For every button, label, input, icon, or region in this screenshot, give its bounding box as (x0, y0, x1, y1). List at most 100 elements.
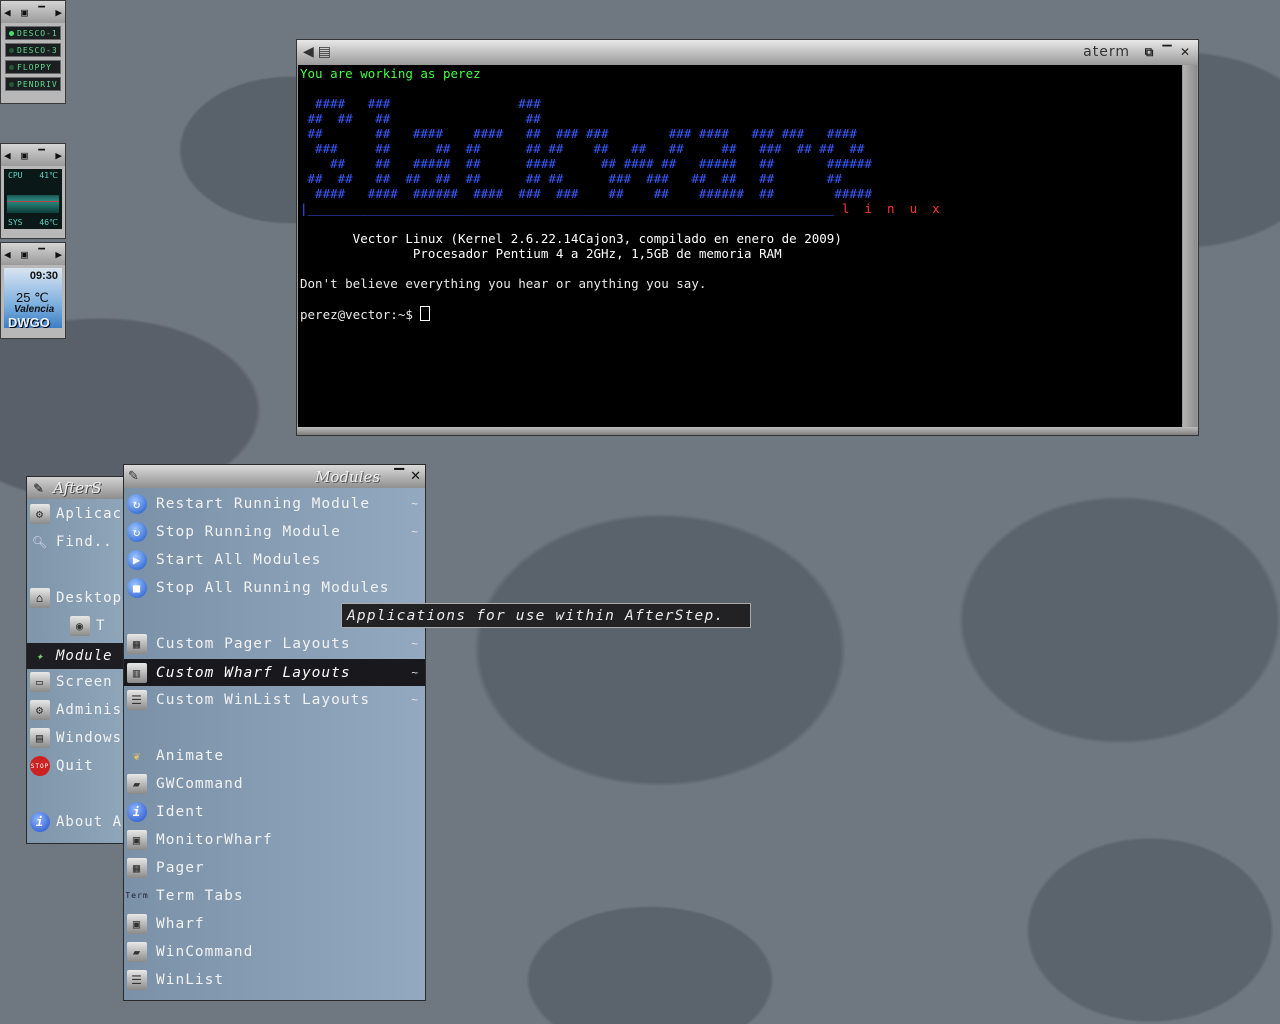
menu-item-start-all-modules[interactable]: ▶ Start All Modules (124, 546, 425, 573)
wharf-titlebar[interactable]: ◀ ▣ ▔ ▶ (1, 144, 65, 166)
menu-item-gwcommand[interactable]: ▰ GWCommand (124, 770, 425, 797)
menu-item-stop-all-running-modules[interactable]: ■ Stop All Running Modules (124, 574, 425, 601)
minimize-icon[interactable]: ▔ (38, 149, 45, 162)
wharf-monitor-panel: ◀ ▣ ▔ ▶ CPU 41℃ SYS 46℃ (0, 143, 66, 239)
root-menu-item[interactable]: i About A (27, 809, 135, 835)
ascii-art-line: #### ### ### (300, 96, 541, 111)
arrow-left-icon[interactable]: ◀ (4, 248, 11, 261)
wharf-icon: ▣ (127, 913, 147, 934)
weather-widget[interactable]: 09:30 25 ℃ Valencia DWGO (4, 268, 62, 330)
temperature-monitor[interactable]: CPU 41℃ SYS 46℃ (4, 169, 62, 229)
led-icon (9, 47, 14, 53)
temperature-threshold-line (7, 201, 59, 202)
menu-item-custom-pager-layouts[interactable]: ▦ Custom Pager Layouts ~ (124, 630, 425, 657)
menu-item-winlist[interactable]: ☰ WinList (124, 966, 425, 993)
menu-item-pager[interactable]: ▦ Pager (124, 854, 425, 881)
menu-item-ident[interactable]: i Ident (124, 798, 425, 825)
refresh-icon: ↻ (127, 521, 147, 542)
aterm-window[interactable]: ◀ ▤ aterm ⧉ ▔ ✕ You are working as perez… (296, 39, 1199, 436)
stop-icon: ■ (127, 577, 147, 598)
weather-station-code: DWGO (8, 315, 50, 330)
drive-button-pendriv[interactable]: PENDRIV (5, 77, 61, 91)
root-menu-item[interactable]: ⚙ Adminis (27, 697, 135, 723)
pin-icon[interactable]: ✎ (128, 469, 139, 484)
house-icon: ⌂ (30, 588, 50, 608)
window-menu-icon[interactable]: ▤ (318, 44, 331, 60)
terminal-line: Procesador Pentium 4 a 2GHz, 1,5GB de me… (300, 246, 782, 261)
ascii-art-line: ## ## ## ## ## ## ## ## ### ### ## ## ##… (300, 171, 842, 186)
led-icon (9, 64, 14, 70)
root-menu[interactable]: ✎ AfterS ⚙ Aplicac 🔍︎ Find.. ⌂ Desktop ◉ T ✦… (26, 476, 136, 844)
root-menu-item[interactable]: ⚙ Aplicac (27, 501, 135, 527)
drive-button-floppy[interactable]: FLOPPY (5, 60, 61, 74)
arrow-left-icon[interactable]: ◀ (4, 149, 11, 162)
close-icon[interactable]: ✕ (1178, 45, 1192, 59)
tooltip: Applications for use within AfterStep. (341, 603, 751, 628)
minimize-icon[interactable]: ▔ (38, 248, 45, 261)
menu-item-custom-wharf-layouts[interactable]: ▥ Custom Wharf Layouts ~ (124, 659, 425, 686)
window-title: aterm (1083, 44, 1130, 60)
ascii-art-line: ### ## ## ## ## ## ## ## ## ## ### ## ##… (300, 141, 865, 156)
refresh-icon: ↻ (127, 493, 147, 514)
eye-icon: ◉ (70, 616, 90, 636)
root-menu-item[interactable]: ⌂ Desktop (27, 585, 135, 611)
drive-button-desco-1[interactable]: DESCO-1 (5, 26, 61, 40)
minimize-icon[interactable]: ▔ (38, 6, 45, 19)
terminal-icon: Term (125, 891, 149, 900)
modules-menu[interactable]: ✎ Modules ▔ ✕ ↻ Restart Running Module ~ ↻… (123, 464, 426, 1001)
wharf-titlebar[interactable]: ◀ ▣ ▔ ▶ (1, 243, 65, 265)
root-menu-item[interactable]: 🔍︎ Find.. (27, 529, 135, 555)
pin-icon[interactable]: ✎ (33, 481, 43, 495)
aterm-titlebar[interactable]: ◀ ▤ aterm ⧉ ▔ ✕ (297, 40, 1198, 64)
terminal-line: You are working as perez (300, 66, 481, 81)
menu-item-wharf[interactable]: ▣ Wharf (124, 910, 425, 937)
root-menu-item-modules[interactable]: ✦ Module (27, 643, 135, 669)
weather-city: Valencia (14, 304, 55, 315)
winlist-icon: ☰ (127, 969, 147, 990)
arrow-right-icon[interactable]: ▶ (55, 6, 62, 19)
wharf-weather-panel: ◀ ▣ ▔ ▶ 09:30 25 ℃ Valencia DWGO (0, 242, 66, 339)
menu-item-restart-running-module[interactable]: ↻ Restart Running Module ~ (124, 490, 425, 517)
root-menu-item[interactable]: ▭ Screen (27, 669, 135, 695)
gears-icon: ⚙ (30, 504, 50, 524)
wharf-icon: ▥ (127, 662, 147, 683)
menu-title: Modules (315, 467, 381, 486)
ascii-art-line: ## ## ## ## (300, 111, 541, 126)
info-icon: i (30, 812, 50, 832)
gears-icon: ⚙ (30, 700, 50, 720)
root-menu-item[interactable]: ▤ Windows (27, 725, 135, 751)
linux-banner: |_______________________________________… (300, 201, 940, 216)
arrow-left-icon[interactable]: ◀ (4, 6, 11, 19)
window-icon[interactable]: ▣ (21, 248, 28, 261)
wharf-titlebar[interactable]: ◀ ▣ ▔ ▶ (1, 1, 65, 23)
menu-item-animate[interactable]: ❦ Animate (124, 742, 425, 769)
arrow-right-icon[interactable]: ▶ (55, 149, 62, 162)
pager-icon: ▦ (127, 857, 147, 878)
terminal-screen[interactable]: You are working as perez #### ### ### ##… (298, 65, 1182, 428)
stop-icon: STOP (30, 756, 50, 776)
iconify-icon[interactable]: ⧉ (1142, 45, 1156, 60)
wharf-drives-panel: ◀ ▣ ▔ ▶ DESCO-1 DESCO-3 FLOPPY PENDRIV (0, 0, 66, 104)
minimize-icon[interactable]: ▔ (1160, 45, 1174, 59)
menu-item-stop-running-module[interactable]: ↻ Stop Running Module ~ (124, 518, 425, 545)
window-icon[interactable]: ▣ (21, 6, 28, 19)
arrow-right-icon[interactable]: ▶ (55, 248, 62, 261)
drive-button-desco-3[interactable]: DESCO-3 (5, 43, 61, 57)
menu-item-wincommand[interactable]: ▰ WinCommand (124, 938, 425, 965)
arrow-left-icon[interactable]: ◀ (303, 44, 314, 60)
modules-menu-titlebar[interactable]: ✎ Modules ▔ ✕ (124, 465, 425, 488)
root-menu-titlebar[interactable]: ✎ AfterS (27, 477, 135, 499)
terminal-cursor[interactable] (420, 306, 431, 321)
window-icon: ▤ (30, 728, 50, 748)
root-menu-item[interactable]: STOP Quit (27, 753, 135, 779)
menu-item-term-tabs[interactable]: Term Term Tabs (124, 882, 425, 909)
close-icon[interactable]: ✕ (410, 469, 421, 484)
terminal-scrollbar[interactable] (1183, 65, 1197, 428)
minimize-icon[interactable]: ▔ (394, 469, 404, 484)
window-bottom-frame[interactable] (297, 427, 1198, 435)
window-icon[interactable]: ▣ (21, 149, 28, 162)
screen-icon: ▭ (30, 672, 50, 692)
menu-item-custom-winlist-layouts[interactable]: ☰ Custom WinList Layouts ~ (124, 686, 425, 713)
ascii-art-line: #### #### ###### #### ### ### ## ## ####… (300, 186, 872, 201)
menu-item-monitorwharf[interactable]: ▣ MonitorWharf (124, 826, 425, 853)
